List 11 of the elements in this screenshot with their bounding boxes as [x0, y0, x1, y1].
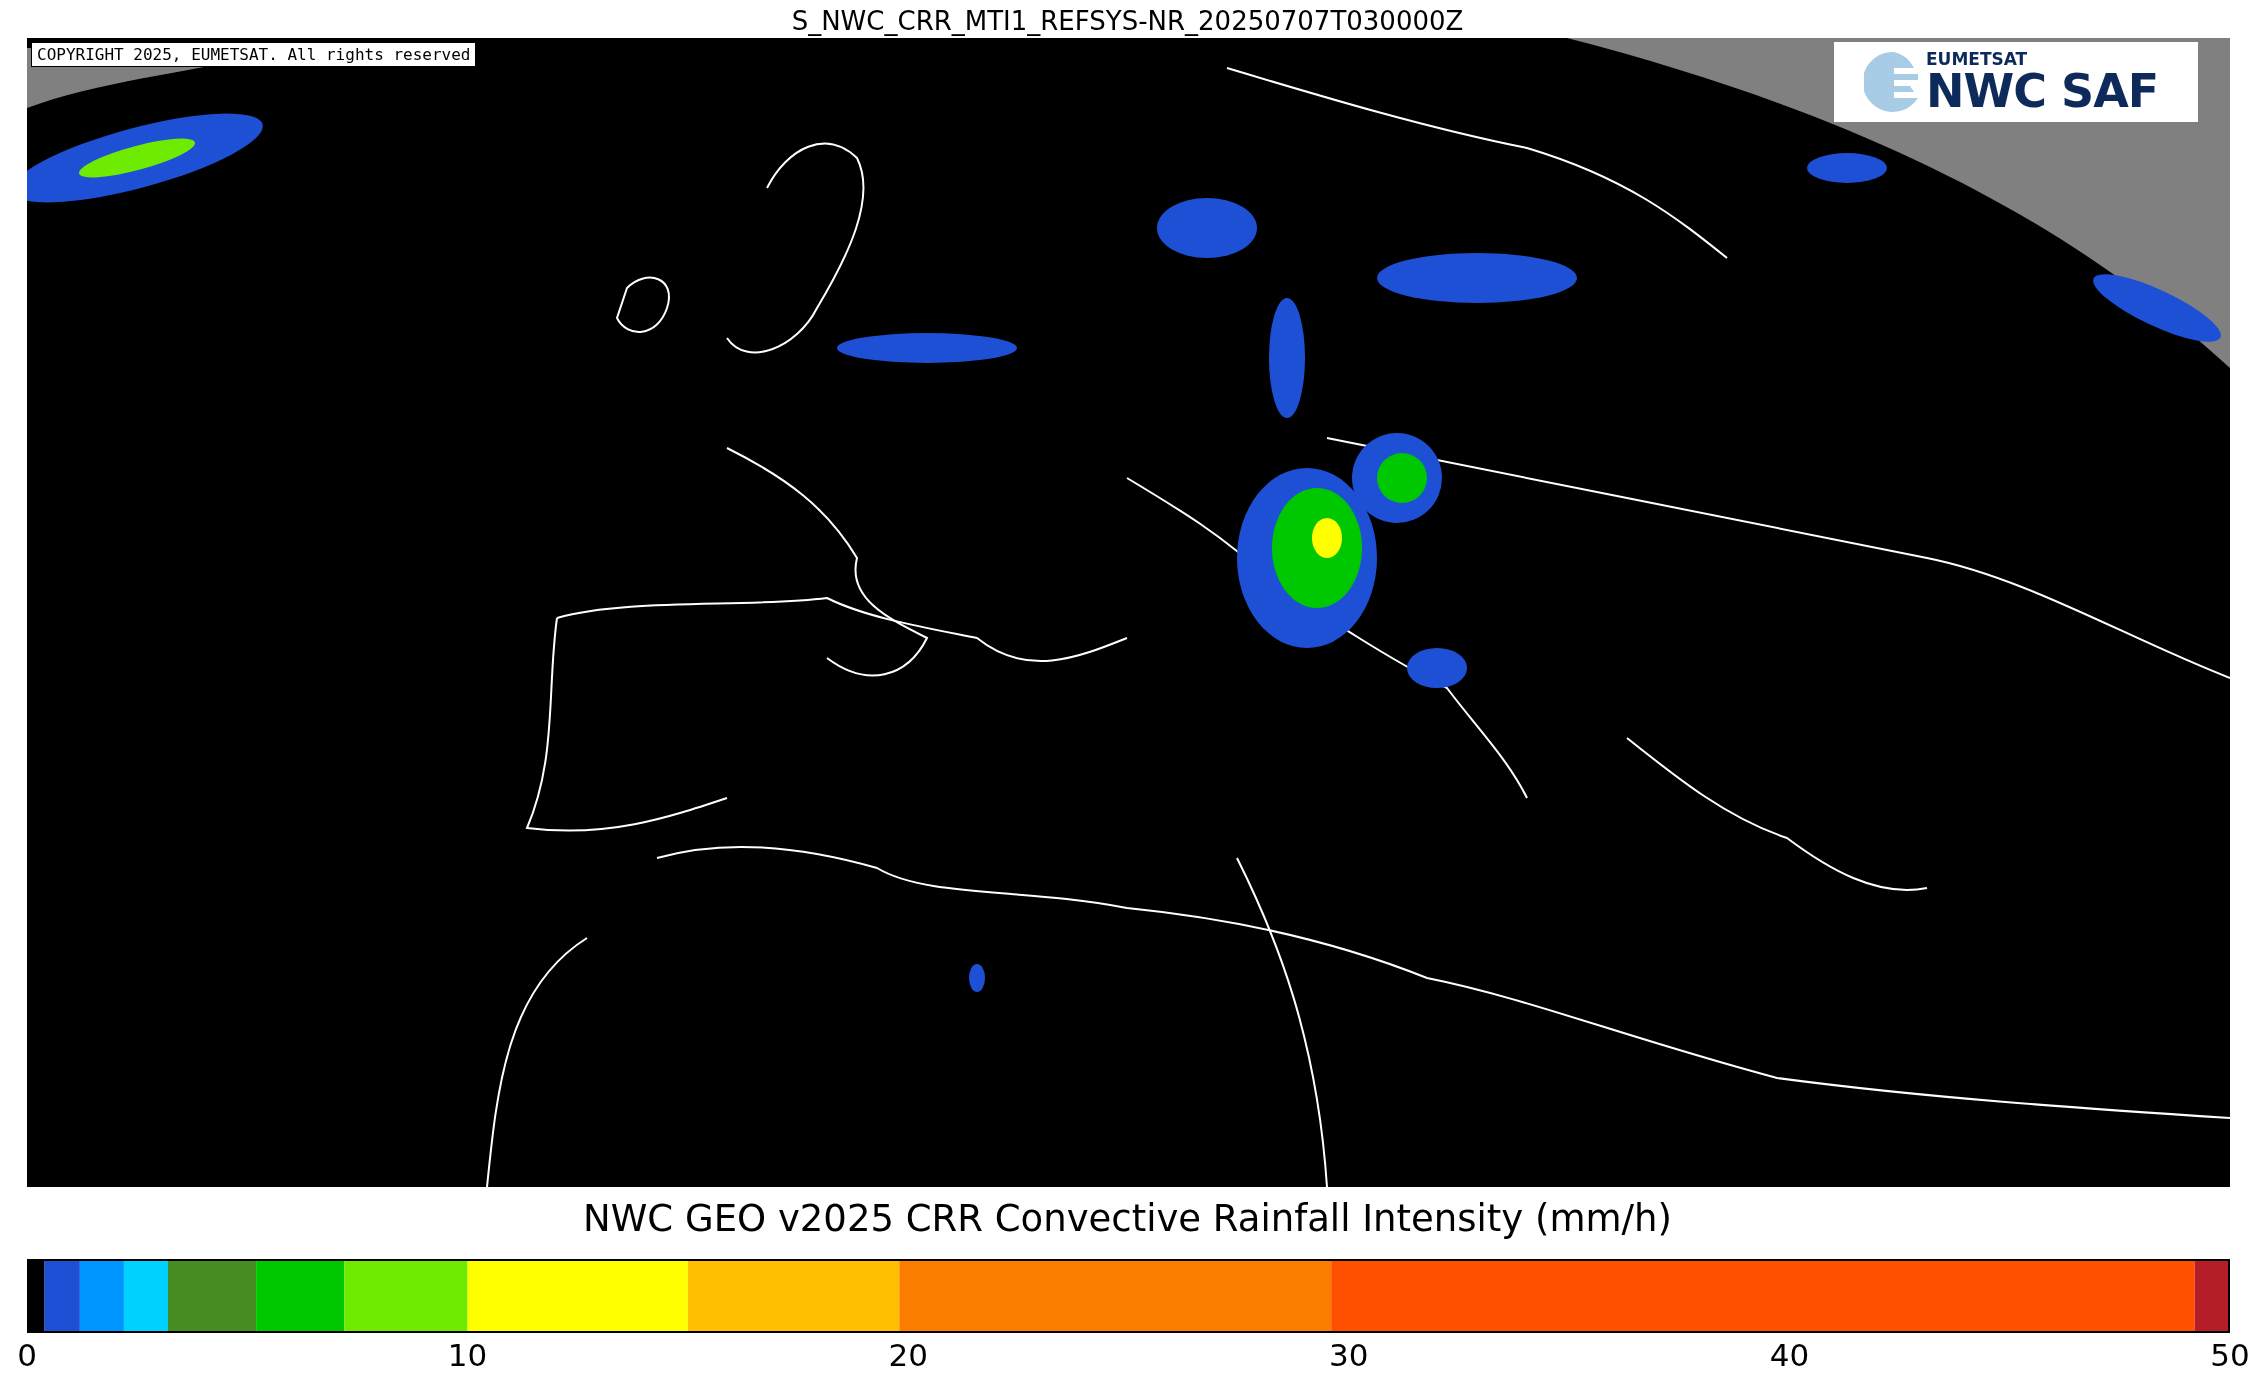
tick-label: 50	[2210, 1337, 2250, 1373]
logo-text: EUMETSAT	[1926, 50, 2029, 68]
tick-label: 40	[1769, 1337, 1810, 1373]
copyright-notice: COPYRIGHT 2025, EUMETSAT. All rights reserved	[31, 42, 477, 67]
figure-title: S_NWC_CRR_MTI1_REFSYS-NR_20250707T030000Z	[791, 5, 1464, 38]
tick-label: 0	[17, 1337, 37, 1373]
tick-label: 30	[1329, 1337, 1369, 1373]
tick-label: 20	[888, 1337, 928, 1373]
logo-text: NWC SAF	[1926, 67, 2159, 114]
tick-label: 10	[447, 1337, 488, 1373]
colorbar-title: NWC GEO v2025 CRR Convective Rainfall Intensity (mm/h)	[583, 1196, 1672, 1242]
